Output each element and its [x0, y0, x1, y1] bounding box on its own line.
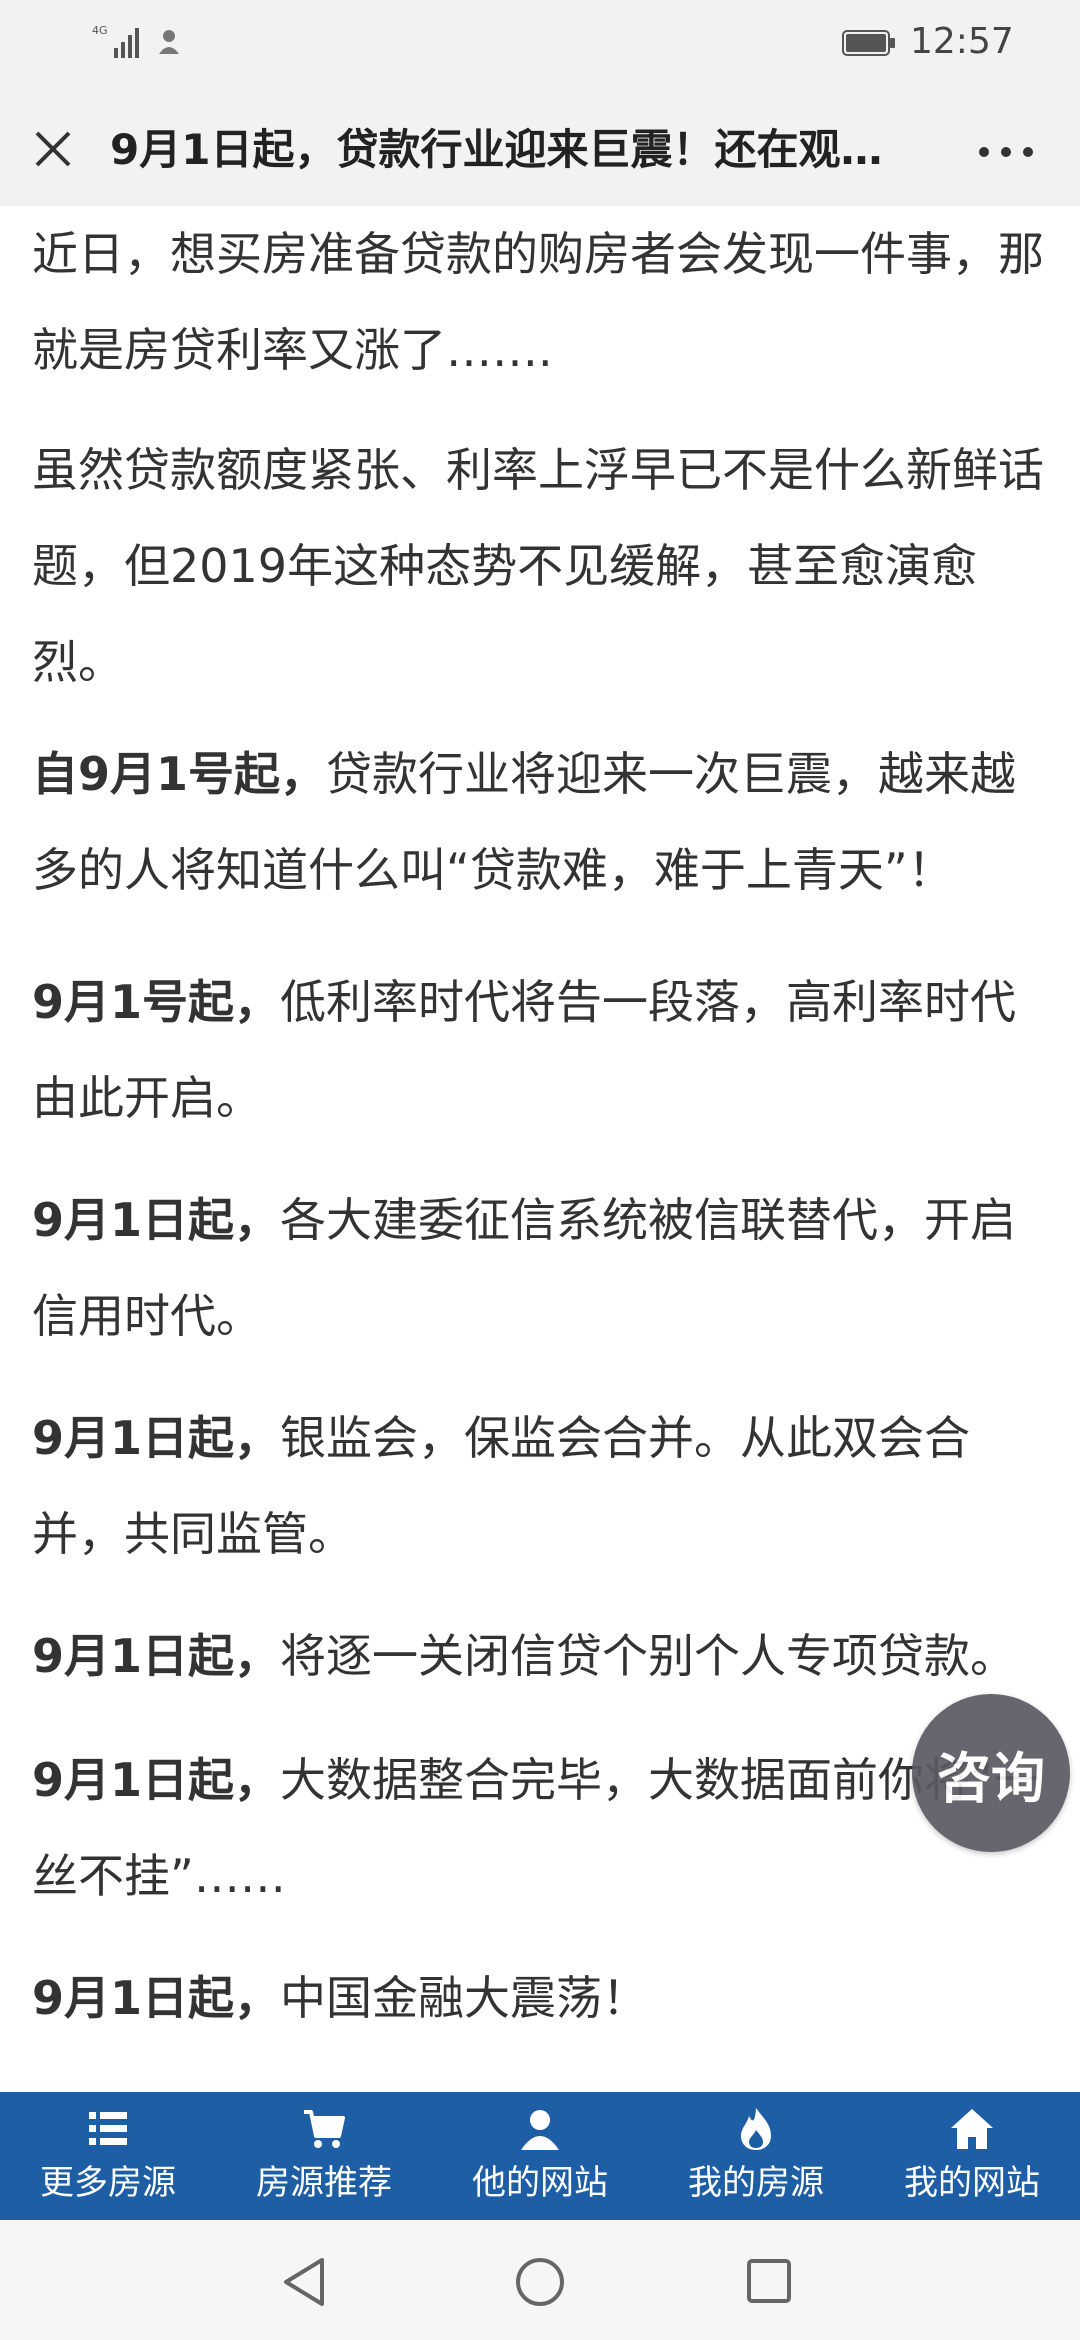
paragraph-text: 中国金融大震荡！ [280, 1971, 649, 2025]
nav-label: 更多房源 [40, 2163, 176, 2203]
user-status-icon [159, 30, 179, 54]
paragraph-lead: 9月1日起， [32, 1971, 281, 2025]
paragraph-lead: 9月1日起， [32, 1193, 281, 1247]
flame-icon [741, 2108, 771, 2150]
network-type-label: 4G [92, 24, 108, 37]
paragraph-lead: 9月1日起， [32, 1411, 281, 1465]
nav-label: 房源推荐 [256, 2163, 392, 2203]
paragraph-lead: 9月1日起， [32, 1629, 281, 1683]
page-title: 9月1日起，贷款行业迎来巨震！还在观… [110, 125, 883, 174]
article-paragraph: 近日，想买房准备贷款的购房者会发现一件事，那就是房贷利率又涨了……. [32, 206, 1052, 398]
close-icon[interactable] [34, 130, 72, 168]
paragraph-lead: 9月1号起， [32, 975, 281, 1029]
article-paragraph: 虽然贷款额度紧张、利率上浮早已不是什么新鲜话题，但2019年这种态势不见缓解，甚… [32, 422, 1052, 710]
article-content: 近日，想买房准备贷款的购房者会发现一件事，那就是房贷利率又涨了……. 虽然贷款额… [0, 206, 1080, 2092]
bottom-nav: 更多房源 房源推荐 他的网站 我的房源 我的网站 [0, 2092, 1080, 2220]
battery-icon [842, 30, 895, 56]
paragraph-text: 虽然贷款额度紧张、利率上浮早已不是什么新鲜话题，但2019年这种态势不见缓解，甚… [32, 443, 1044, 689]
back-icon[interactable] [280, 2256, 330, 2308]
nav-item-recommended[interactable]: 房源推荐 [216, 2092, 432, 2220]
paragraph-text: 将逐一关闭信贷个别个人专项贷款。 [280, 1629, 1017, 1683]
nav-item-my-site[interactable]: 我的网站 [864, 2092, 1080, 2220]
recent-apps-icon[interactable] [746, 2258, 792, 2304]
user-icon [521, 2110, 559, 2150]
article-paragraph: 9月1日起，大数据整合完毕，大数据面前你将“一丝不挂”…… [32, 1732, 1052, 1924]
paragraph-text: 近日，想买房准备贷款的购房者会发现一件事，那就是房贷利率又涨了……. [32, 227, 1044, 377]
nav-label: 我的房源 [688, 2163, 824, 2203]
nav-item-his-site[interactable]: 他的网站 [432, 2092, 648, 2220]
article-paragraph: 9月1号起，低利率时代将告一段落，高利率时代由此开启。 [32, 954, 1052, 1146]
article-paragraph: 9月1日起，银监会，保监会合并。从此双会合并，共同监管。 [32, 1390, 1052, 1582]
nav-item-my-listings[interactable]: 我的房源 [648, 2092, 864, 2220]
article-paragraph: 9月1日起，将逐一关闭信贷个别个人专项贷款。 [32, 1608, 1052, 1704]
paragraph-lead: 9月1日起， [32, 1753, 281, 1807]
status-time: 12:57 [910, 21, 1014, 62]
consult-button[interactable]: 咨询 [912, 1694, 1070, 1852]
article-paragraph: 自9月1号起，贷款行业将迎来一次巨震，越来越多的人将知道什么叫“贷款难，难于上青… [32, 726, 1052, 918]
more-icon[interactable] [978, 146, 1034, 158]
cart-icon [304, 2110, 345, 2148]
paragraph-lead: 自9月1号起， [32, 747, 327, 801]
article-paragraph: 9月1日起，中国金融大震荡！ [32, 1950, 1052, 2046]
nav-label: 我的网站 [904, 2163, 1040, 2203]
signal-icon: 4G [92, 24, 139, 58]
nav-item-more-listings[interactable]: 更多房源 [0, 2092, 216, 2220]
home-icon [951, 2109, 993, 2149]
article-paragraph: 9月1日起，各大建委征信系统被信联替代，开启信用时代。 [32, 1172, 1052, 1364]
home-button-icon[interactable] [514, 2256, 566, 2308]
list-icon [89, 2112, 127, 2145]
nav-label: 他的网站 [472, 2163, 608, 2203]
